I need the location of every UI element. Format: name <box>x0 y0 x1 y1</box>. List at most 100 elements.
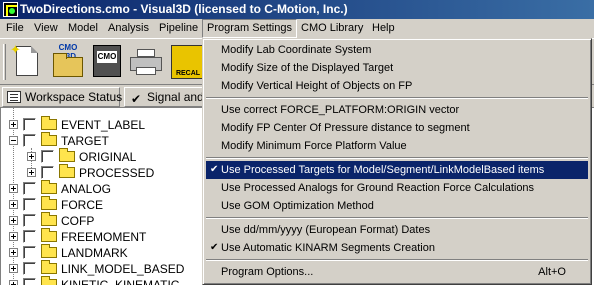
tree-checkbox[interactable] <box>23 230 36 243</box>
folder-icon <box>41 196 57 210</box>
check-icon: ✔ <box>210 164 219 175</box>
expand-icon[interactable] <box>9 120 18 129</box>
tab-signal-label: Signal and <box>147 90 204 104</box>
tree-item-label: PROCESSED <box>79 166 155 180</box>
cmo-file-caption: CMO <box>97 51 117 63</box>
folder-icon <box>59 148 75 162</box>
folder-icon <box>41 276 57 285</box>
folder-icon <box>41 244 57 258</box>
menu-item-use-processed-targets[interactable]: ✔ Use Processed Targets for Model/Segmen… <box>206 161 588 179</box>
folder-icon <box>41 212 57 226</box>
menu-item-modify-target-size[interactable]: Modify Size of the Displayed Target <box>206 59 588 77</box>
expand-icon[interactable] <box>9 200 18 209</box>
expand-icon[interactable] <box>9 184 18 193</box>
tree-item-label: TARGET <box>61 134 109 148</box>
menu-item-label: Use GOM Optimization Method <box>221 200 374 212</box>
tree-checkbox[interactable] <box>41 150 54 163</box>
open-folder-icon <box>53 53 83 77</box>
tree-checkbox[interactable] <box>23 134 36 147</box>
menu-item-label: Modify Vertical Height of Objects on FP <box>221 80 413 92</box>
expand-icon[interactable] <box>9 280 18 285</box>
tree-checkbox[interactable] <box>23 262 36 275</box>
menu-item-modify-lab-coordinate-system[interactable]: Modify Lab Coordinate System <box>206 41 588 59</box>
expand-icon[interactable] <box>9 264 18 273</box>
menu-item-use-fp-origin-vector[interactable]: Use correct FORCE_PLATFORM:ORIGIN vector <box>206 101 588 119</box>
tree-checkbox[interactable] <box>23 214 36 227</box>
menu-help[interactable]: Help <box>368 19 399 38</box>
new-file-button[interactable]: ✦ <box>10 43 46 81</box>
tree-item-label: FORCE <box>61 198 103 212</box>
tree-checkbox[interactable] <box>23 198 36 211</box>
program-settings-menu: Modify Lab Coordinate System Modify Size… <box>202 38 592 285</box>
collapse-icon[interactable] <box>9 136 18 145</box>
expand-icon[interactable] <box>9 248 18 257</box>
expand-icon[interactable] <box>27 168 36 177</box>
menu-item-program-options[interactable]: Program Options... Alt+O <box>206 263 588 281</box>
check-icon: ✔ <box>210 242 219 253</box>
menu-separator <box>206 217 588 219</box>
visual3d-app-icon[interactable] <box>3 2 18 17</box>
recalc-icon: RECAL <box>171 45 203 79</box>
printer-icon <box>130 49 162 75</box>
menu-bar: File View Model Analysis Pipeline Progra… <box>0 19 594 38</box>
folder-icon <box>41 180 57 194</box>
menu-item-use-gom-optimization[interactable]: Use GOM Optimization Method <box>206 197 588 215</box>
menu-item-use-processed-analogs[interactable]: Use Processed Analogs for Ground Reactio… <box>206 179 588 197</box>
tree-item-label: FREEMOMENT <box>61 230 147 244</box>
menu-item-label: Modify Size of the Displayed Target <box>221 62 394 74</box>
cmo-file-button[interactable]: CMO <box>90 43 126 81</box>
title-bar: TwoDirections.cmo - Visual3D (licensed t… <box>0 0 594 19</box>
menu-item-use-kinarm-segments[interactable]: ✔ Use Automatic KINARM Segments Creation <box>206 239 588 257</box>
menu-view[interactable]: View <box>30 19 62 38</box>
expand-icon[interactable] <box>9 232 18 241</box>
tree-checkbox[interactable] <box>23 246 36 259</box>
menu-item-modify-min-fp-value[interactable]: Modify Minimum Force Platform Value <box>206 137 588 155</box>
folder-icon <box>41 228 57 242</box>
print-button[interactable] <box>128 43 164 81</box>
recalc-button[interactable]: RECAL <box>170 43 206 81</box>
folder-icon <box>41 260 57 274</box>
expand-icon[interactable] <box>9 216 18 225</box>
menu-item-use-european-dates[interactable]: Use dd/mm/yyyy (European Format) Dates <box>206 221 588 239</box>
expand-icon[interactable] <box>27 152 36 161</box>
tree-item-label: KINETIC_KINEMATIC <box>61 278 180 285</box>
menu-item-modify-fp-cop-distance[interactable]: Modify FP Center Of Pressure distance to… <box>206 119 588 137</box>
folder-icon <box>41 116 57 130</box>
open-cmo-c3d-button[interactable]: CMO C3D <box>50 43 86 81</box>
menu-item-label: Program Options... <box>221 266 314 278</box>
menu-separator <box>206 259 588 261</box>
tab-workspace-status[interactable]: Workspace Status <box>2 87 122 107</box>
tree-checkbox[interactable] <box>23 182 36 195</box>
menu-item-label: Modify FP Center Of Pressure distance to… <box>221 122 470 134</box>
menu-item-label: Modify Lab Coordinate System <box>221 44 372 56</box>
tree-checkbox[interactable] <box>23 118 36 131</box>
folder-icon <box>59 164 75 178</box>
menu-program-settings[interactable]: Program Settings <box>202 19 297 38</box>
menu-separator <box>206 157 588 159</box>
menu-item-label: Use Automatic KINARM Segments Creation <box>221 242 435 254</box>
signal-check-icon: ✔ <box>131 92 142 106</box>
tree-item-label: LINK_MODEL_BASED <box>61 262 185 276</box>
menu-item-label: Use correct FORCE_PLATFORM:ORIGIN vector <box>221 104 460 116</box>
recalc-caption: RECAL <box>175 70 201 77</box>
workspace-list-icon <box>7 91 21 103</box>
menu-model[interactable]: Model <box>64 19 102 38</box>
menu-cmo-library[interactable]: CMO Library <box>297 19 367 38</box>
tree-item-label: LANDMARK <box>61 246 128 260</box>
tab-signal-and-event[interactable]: ✔ Signal and <box>124 87 214 107</box>
menu-pipeline[interactable]: Pipeline <box>155 19 202 38</box>
menu-item-modify-vertical-height[interactable]: Modify Vertical Height of Objects on FP <box>206 77 588 95</box>
tree-item-label: COFP <box>61 214 95 228</box>
tree-checkbox[interactable] <box>41 166 54 179</box>
menu-analysis[interactable]: Analysis <box>104 19 153 38</box>
menu-item-label: Modify Minimum Force Platform Value <box>221 140 407 152</box>
tree-checkbox[interactable] <box>23 278 36 285</box>
tree-item-label: EVENT_LABEL <box>61 118 146 132</box>
menu-item-label: Use dd/mm/yyyy (European Format) Dates <box>221 224 431 236</box>
tree-item-label: ANALOG <box>61 182 112 196</box>
toolbar-grip[interactable] <box>3 44 6 80</box>
folder-icon <box>41 132 57 146</box>
menu-file[interactable]: File <box>2 19 28 38</box>
tree-item-label: ORIGINAL <box>79 150 137 164</box>
window-title: TwoDirections.cmo - Visual3D (licensed t… <box>20 2 348 16</box>
